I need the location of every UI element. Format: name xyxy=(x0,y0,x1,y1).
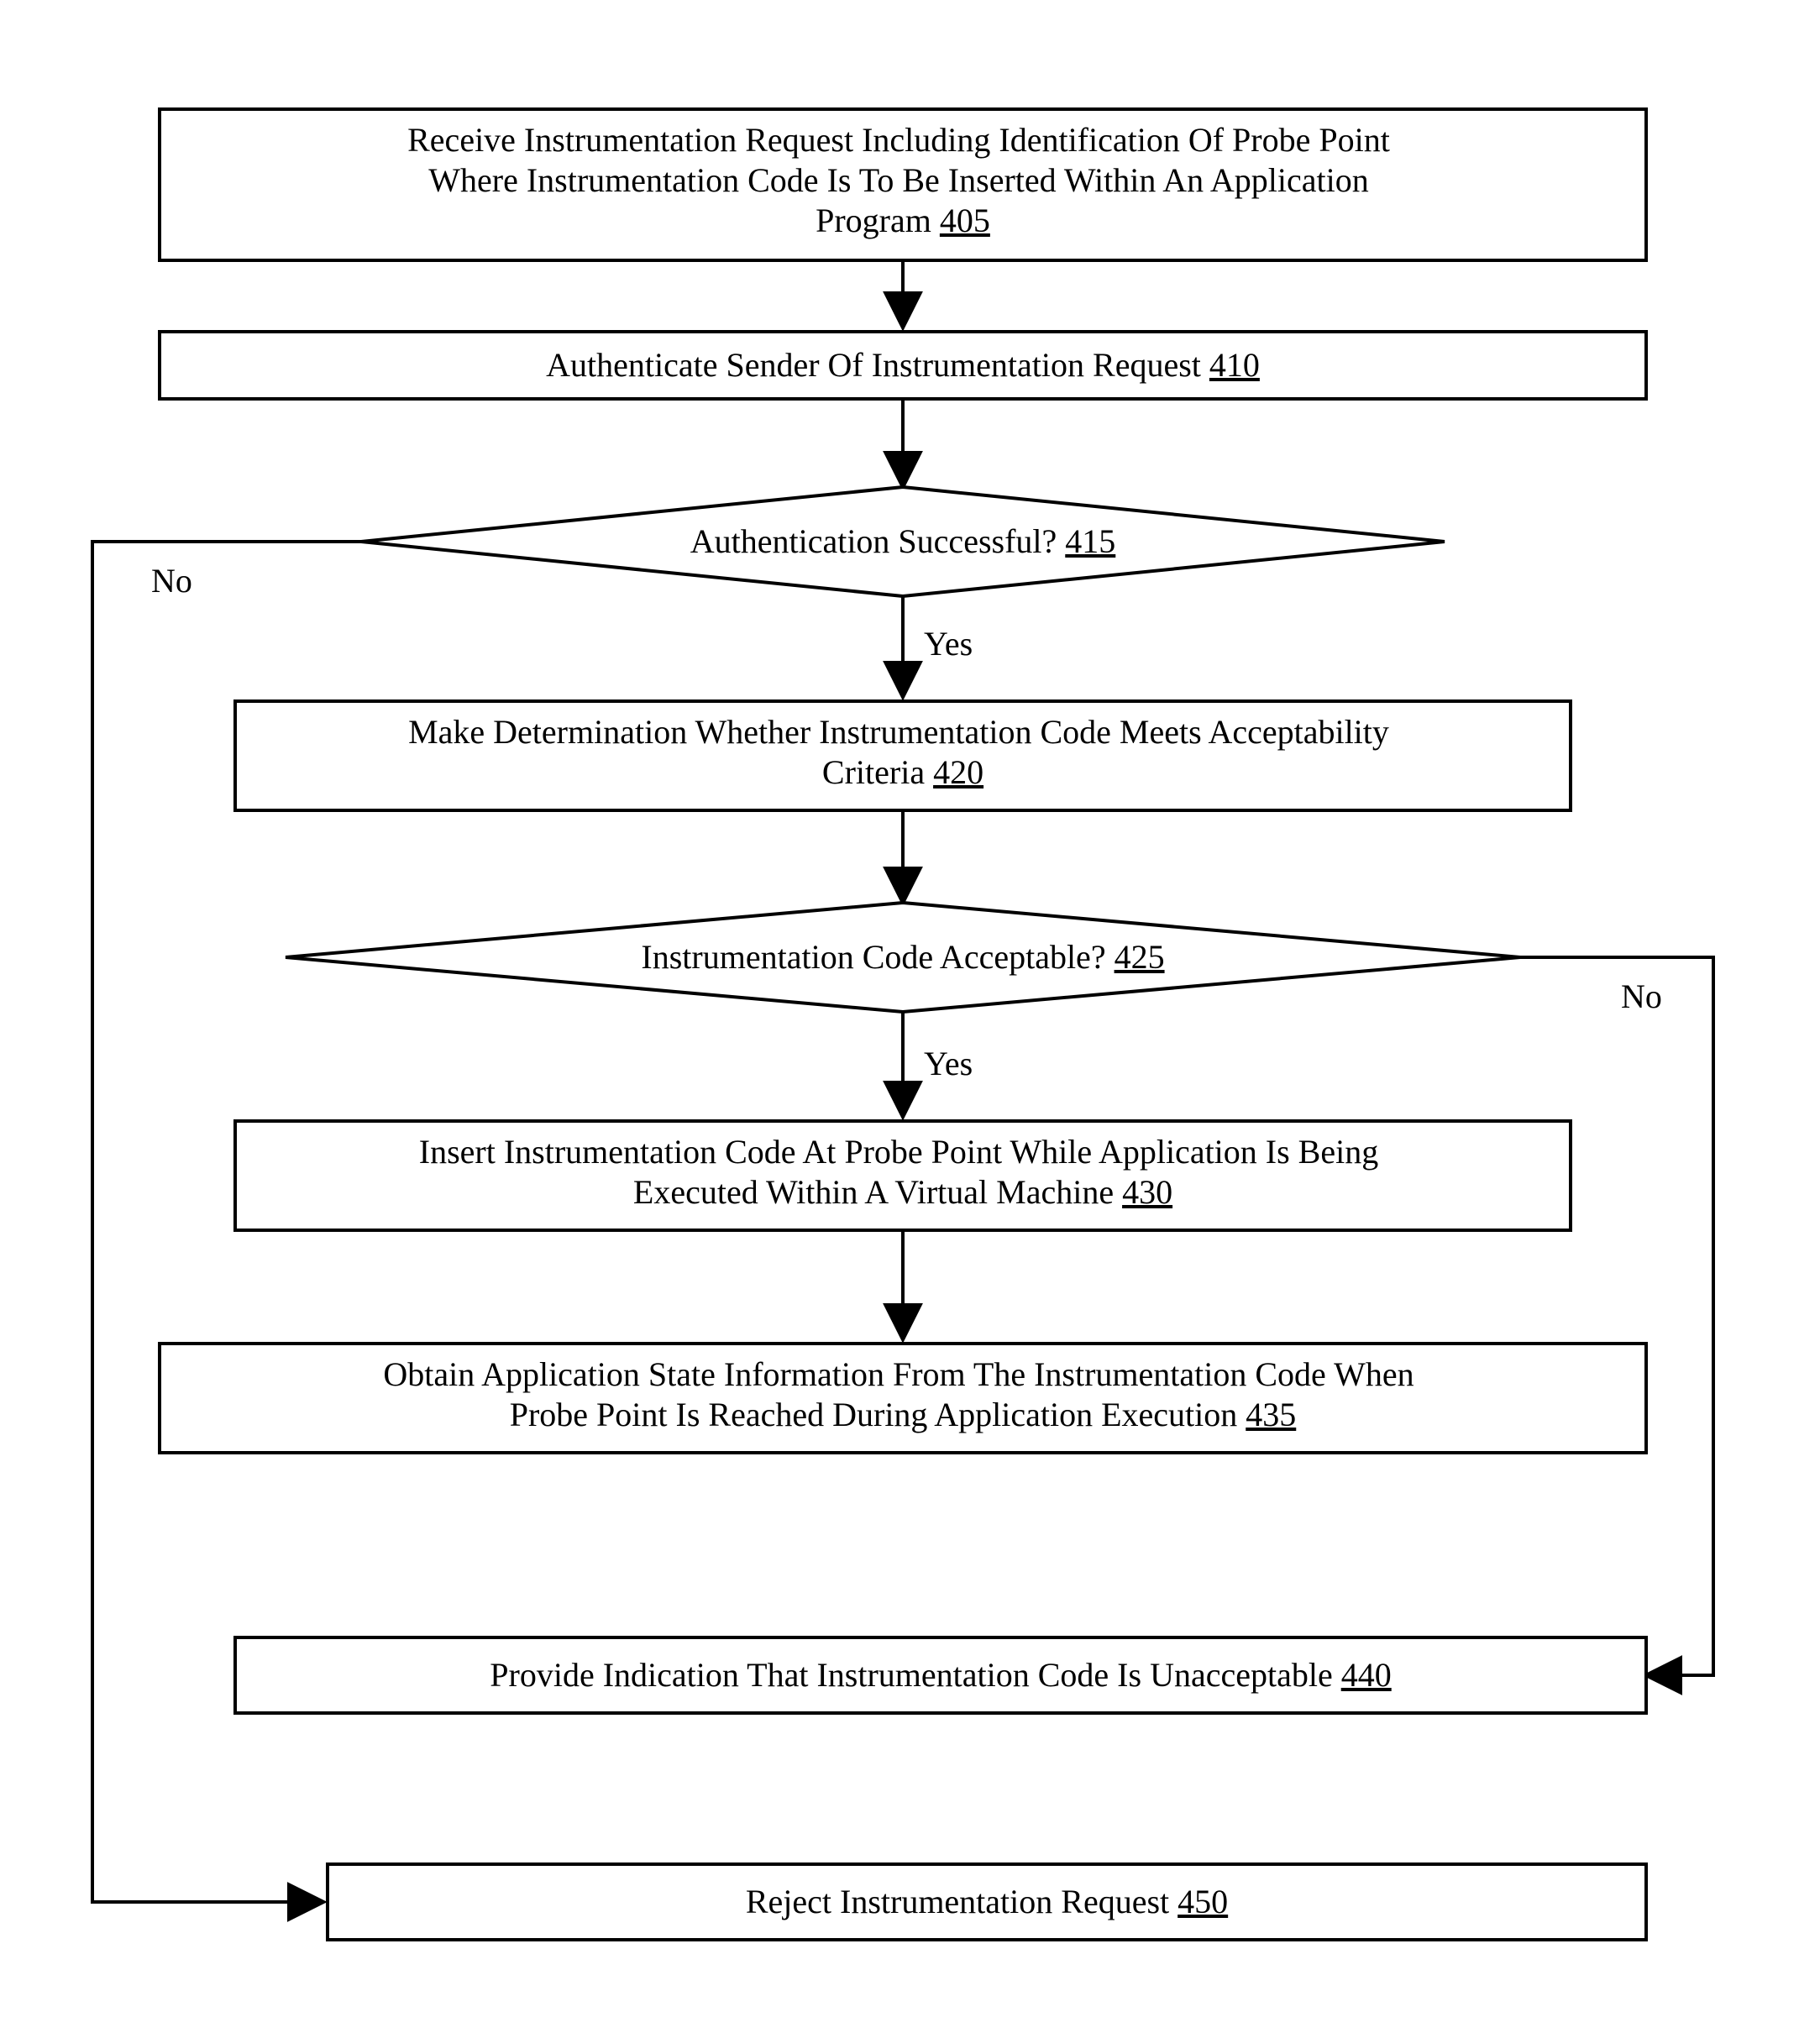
node-435-line1: Obtain Application State Information Fro… xyxy=(383,1355,1414,1393)
node-430: Insert Instrumentation Code At Probe Poi… xyxy=(235,1121,1571,1230)
node-430-ref: 430 xyxy=(1122,1173,1172,1211)
svg-text:Instrumentation Code Acceptabl: Instrumentation Code Acceptable? 425 xyxy=(641,938,1164,976)
node-405-line1: Receive Instrumentation Request Includin… xyxy=(407,121,1390,159)
edge-415-yes-label: Yes xyxy=(924,625,973,663)
edge-425-no-label: No xyxy=(1621,977,1662,1015)
svg-text:Authenticate Sender Of Instrum: Authenticate Sender Of Instrumentation R… xyxy=(546,346,1260,384)
node-450-ref: 450 xyxy=(1177,1883,1228,1920)
node-435: Obtain Application State Information Fro… xyxy=(160,1344,1646,1453)
node-405-line2: Where Instrumentation Code Is To Be Inse… xyxy=(428,161,1368,199)
svg-text:Authentication Successful?: Authentication Successful? 415 xyxy=(690,522,1116,560)
flowchart: Receive Instrumentation Request Includin… xyxy=(0,0,1820,2038)
edge-425-440 xyxy=(1520,957,1713,1675)
node-410-ref: 410 xyxy=(1209,346,1260,384)
node-415-line1: Authentication Successful? xyxy=(690,522,1057,560)
node-405: Receive Instrumentation Request Includin… xyxy=(160,109,1646,260)
node-405-ref: 405 xyxy=(940,202,990,239)
node-410-line1: Authenticate Sender Of Instrumentation R… xyxy=(546,346,1201,384)
node-430-line2: Executed Within A Virtual Machine xyxy=(633,1173,1114,1211)
node-425-line1: Instrumentation Code Acceptable? xyxy=(641,938,1105,976)
edge-425-yes-label: Yes xyxy=(924,1045,973,1082)
node-420-line1: Make Determination Whether Instrumentati… xyxy=(408,713,1389,751)
node-450: Reject Instrumentation Request 450 xyxy=(328,1864,1646,1940)
node-420: Make Determination Whether Instrumentati… xyxy=(235,701,1571,810)
node-405-line3: Program xyxy=(816,202,931,239)
node-435-ref: 435 xyxy=(1246,1396,1296,1433)
node-440-line1: Provide Indication That Instrumentation … xyxy=(490,1656,1332,1694)
svg-text:Reject Instrumentation Request: Reject Instrumentation Request 450 xyxy=(746,1883,1228,1920)
node-440-ref: 440 xyxy=(1341,1656,1392,1694)
node-415-ref: 415 xyxy=(1065,522,1115,560)
node-430-line1: Insert Instrumentation Code At Probe Poi… xyxy=(419,1133,1378,1171)
node-425-ref: 425 xyxy=(1115,938,1165,976)
node-420-ref: 420 xyxy=(933,753,983,791)
edge-415-no-label: No xyxy=(151,562,192,600)
node-440: Provide Indication That Instrumentation … xyxy=(235,1637,1646,1713)
node-415: Authentication Successful? 415 xyxy=(361,487,1445,596)
node-425: Instrumentation Code Acceptable? 425 xyxy=(286,903,1520,1012)
node-450-line1: Reject Instrumentation Request xyxy=(746,1883,1169,1920)
node-435-line2: Probe Point Is Reached During Applicatio… xyxy=(510,1396,1238,1433)
svg-text:Provide Indication That Instru: Provide Indication That Instrumentation … xyxy=(490,1656,1391,1694)
node-410: Authenticate Sender Of Instrumentation R… xyxy=(160,332,1646,399)
node-420-line2: Criteria xyxy=(822,753,925,791)
